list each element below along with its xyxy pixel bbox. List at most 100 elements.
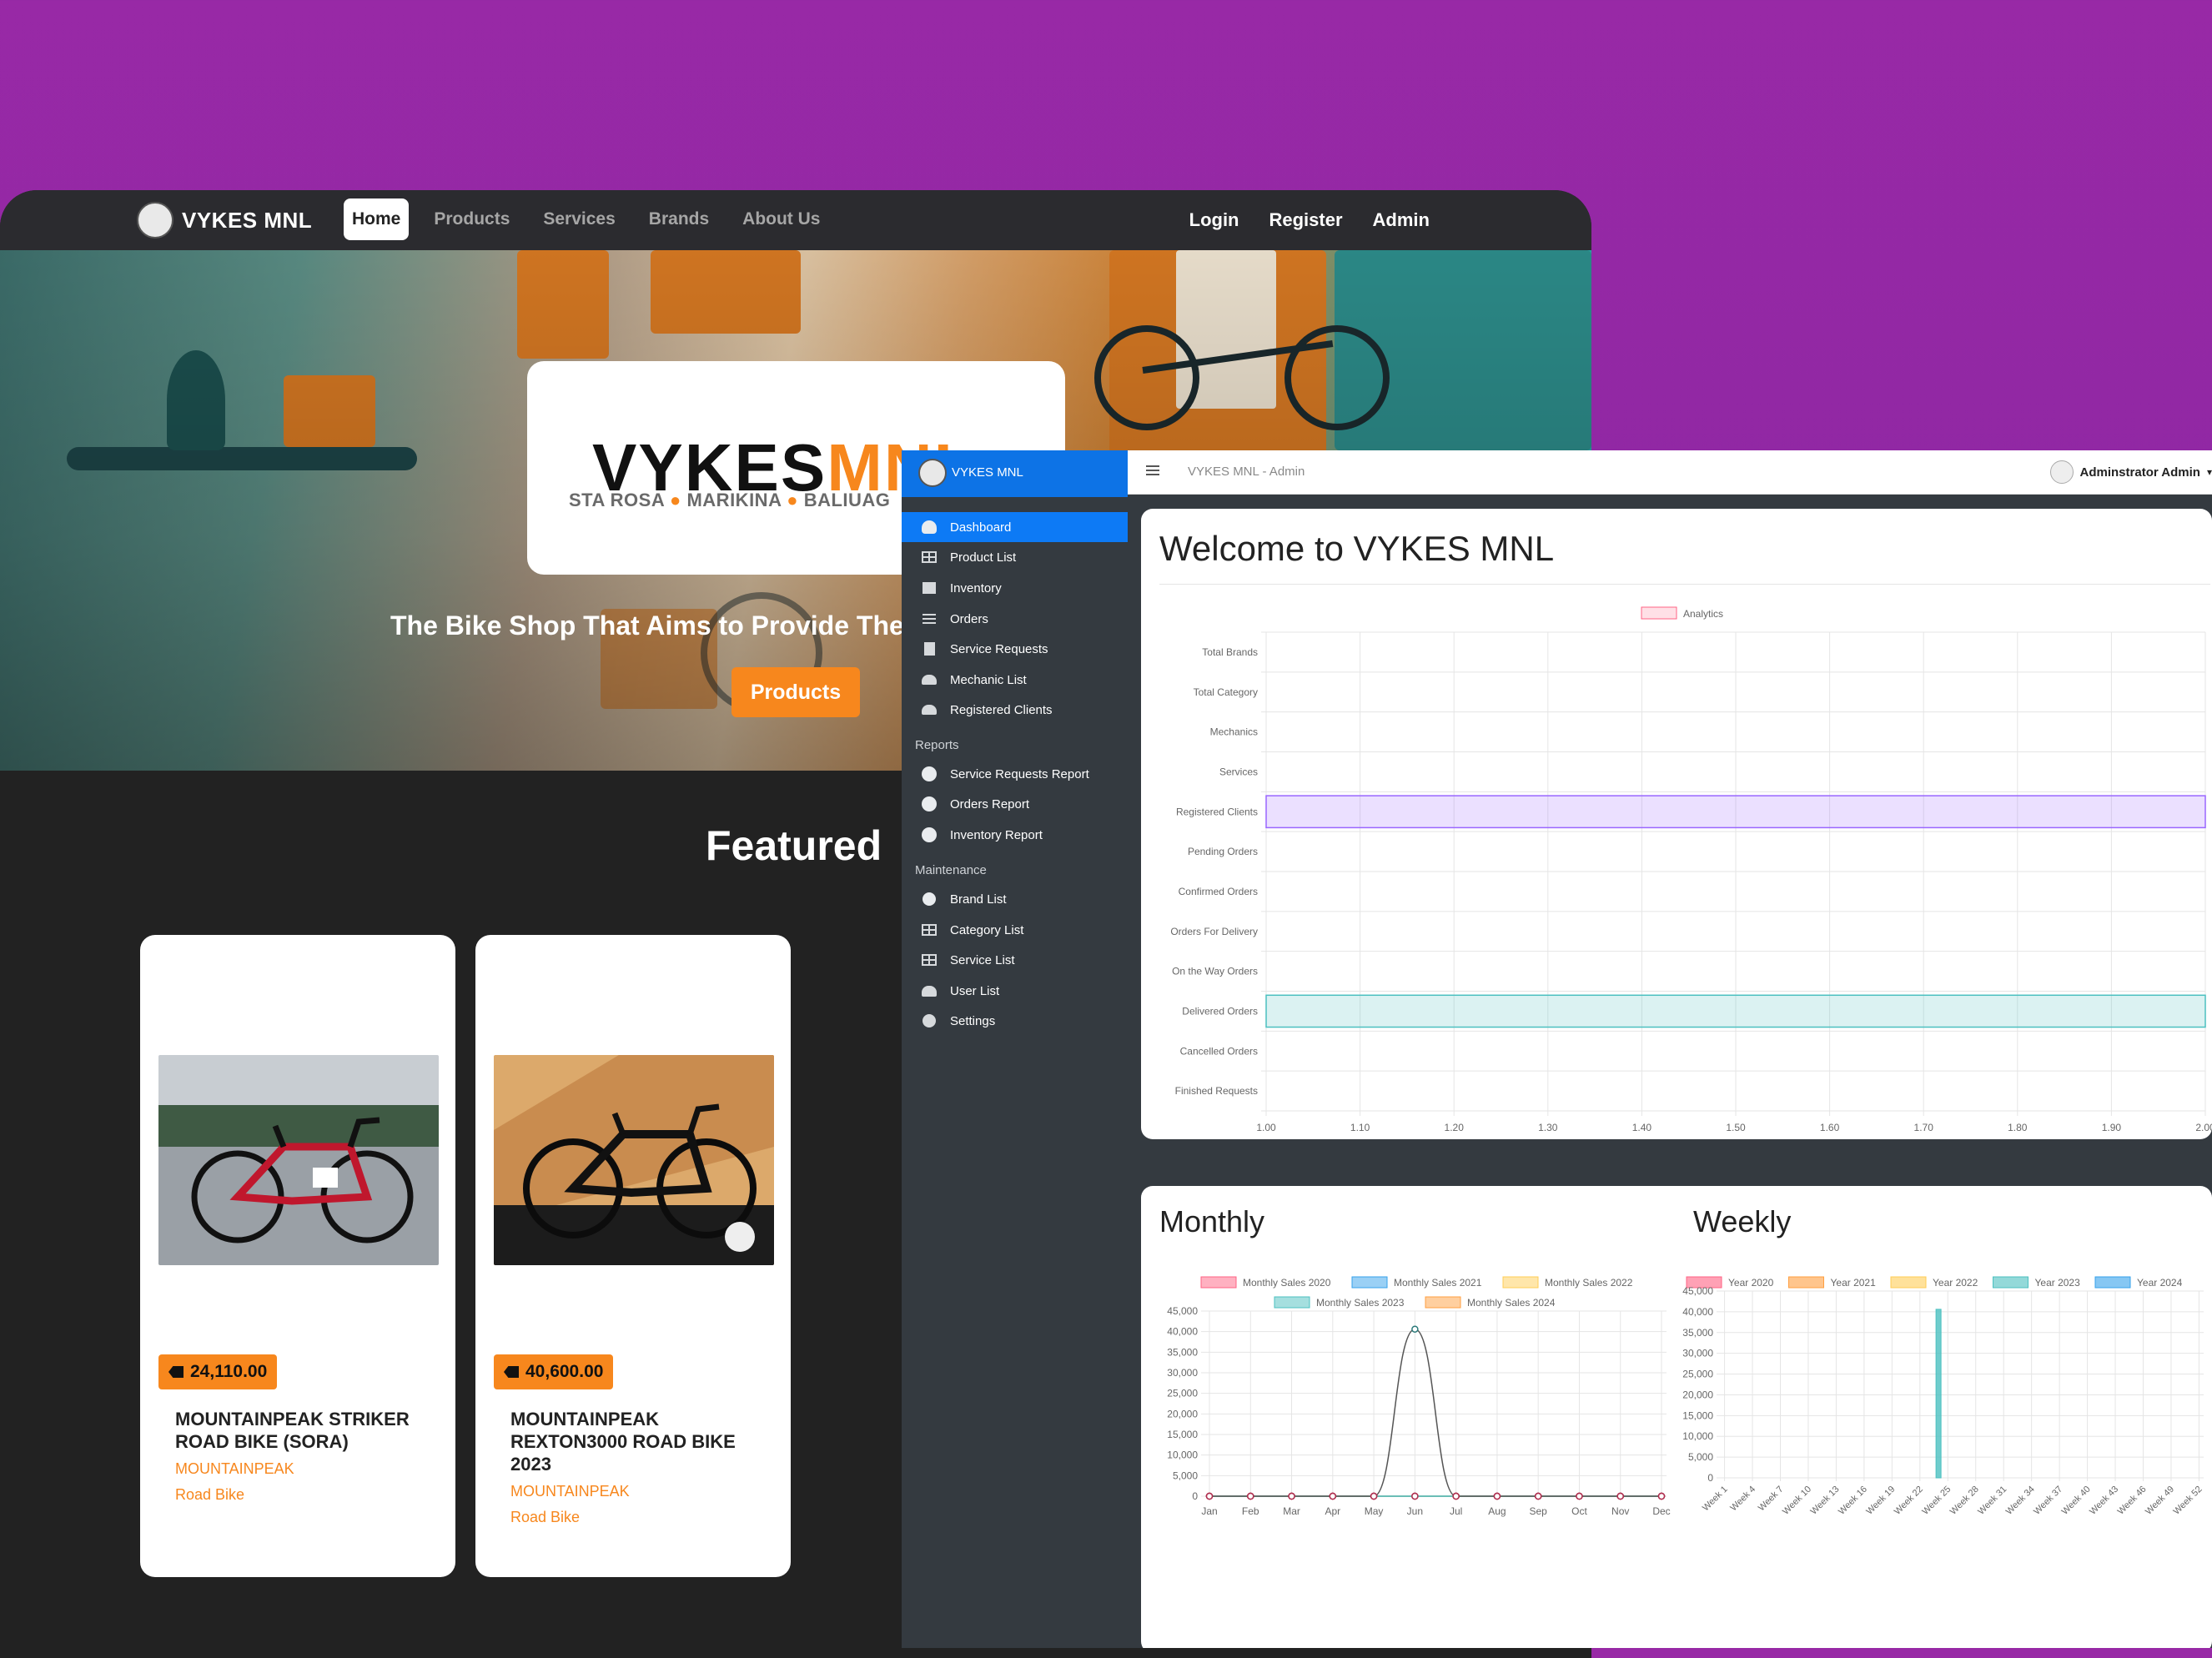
- sidebar-item-label: Service List: [950, 952, 1015, 967]
- sidebar-item-service-requests[interactable]: Service Requests: [902, 634, 1128, 664]
- sidebar-item-settings[interactable]: Settings: [902, 1006, 1128, 1036]
- list-icon: [922, 612, 937, 626]
- x-tick-label: Jun: [1407, 1505, 1423, 1517]
- hamburger-menu-icon[interactable]: [1146, 465, 1159, 475]
- sidebar-item-orders[interactable]: Orders: [902, 604, 1128, 634]
- sidebar-item-product-list[interactable]: Product List: [902, 542, 1128, 572]
- copyright-icon: [922, 892, 937, 906]
- sidebar-item-label: User List: [950, 983, 1000, 998]
- sidebar-item-brand-list[interactable]: Brand List: [902, 884, 1128, 914]
- x-tick-label: Week 22: [1893, 1485, 1925, 1517]
- sidebar-item-inventory[interactable]: Inventory: [902, 573, 1128, 603]
- nav-about-us[interactable]: About Us: [726, 198, 837, 240]
- data-point: [1329, 1492, 1337, 1500]
- y-tick-label: 5,000: [1173, 1470, 1198, 1481]
- y-tick-label: Delivered Orders: [1182, 1005, 1258, 1017]
- y-tick-label: 30,000: [1167, 1367, 1198, 1379]
- x-tick-label: Week 31: [1976, 1485, 2008, 1517]
- sidebar-item-label: Inventory Report: [950, 827, 1043, 842]
- y-tick-label: Confirmed Orders: [1179, 886, 1258, 897]
- product-name[interactable]: MOUNTAINPEAK REXTON3000 ROAD BIKE 2023: [510, 1408, 769, 1475]
- featured-heading: Featured: [706, 822, 882, 869]
- y-tick-label: 0: [1707, 1472, 1713, 1484]
- product-price: 24,110.00: [190, 1362, 268, 1381]
- sidebar-item-service-requests-report[interactable]: Service Requests Report: [902, 759, 1128, 789]
- sidebar-item-user-list[interactable]: User List: [902, 976, 1128, 1006]
- hero-tagline: The Bike Shop That Aims to Provide The: [390, 610, 904, 641]
- legend-swatch: [1890, 1276, 1927, 1289]
- chevron-down-icon: ▾: [2206, 466, 2212, 478]
- y-tick-label: 45,000: [1167, 1305, 1198, 1317]
- product-category: Road Bike: [175, 1486, 245, 1503]
- sidebar-item-mechanic-list[interactable]: Mechanic List: [902, 665, 1128, 695]
- user-menu[interactable]: Adminstrator Admin ▾: [2049, 459, 2212, 485]
- product-name[interactable]: MOUNTAINPEAK STRIKER ROAD BIKE (SORA): [175, 1408, 434, 1453]
- product-card[interactable]: 40,600.00 MOUNTAINPEAK REXTON3000 ROAD B…: [475, 935, 791, 1577]
- x-tick-label: Sep: [1530, 1505, 1548, 1517]
- sidebar-item-orders-report[interactable]: Orders Report: [902, 789, 1128, 819]
- hero-locations: STA ROSA ● MARIKINA ● BALIUAG: [569, 490, 891, 510]
- legend-swatch: [2094, 1276, 2131, 1289]
- data-point: [1247, 1492, 1254, 1500]
- legend-label: Analytics: [1683, 608, 1723, 620]
- sidebar-item-service-list[interactable]: Service List: [902, 945, 1128, 975]
- x-tick-label: Jan: [1201, 1505, 1217, 1517]
- x-tick-label: Week 43: [2088, 1485, 2120, 1517]
- sidebar-item-label: Product List: [950, 550, 1017, 565]
- weekly-bar: [1935, 1309, 1942, 1479]
- data-point: [1576, 1492, 1583, 1500]
- y-tick-label: 10,000: [1682, 1430, 1713, 1442]
- sidebar-item-category-list[interactable]: Category List: [902, 915, 1128, 945]
- admin-sidebar: VYKES MNL Dashboard Product List Invento…: [902, 450, 1128, 1648]
- storefront-auth-links: Login Register Admin: [1174, 198, 1445, 242]
- x-tick-label: Week 19: [1864, 1485, 1897, 1517]
- series-line: [1209, 1328, 1662, 1497]
- product-card[interactable]: 24,110.00 MOUNTAINPEAK STRIKER ROAD BIKE…: [140, 935, 455, 1577]
- sidebar-item-dashboard[interactable]: Dashboard: [902, 512, 1128, 542]
- y-tick-label: 25,000: [1682, 1369, 1713, 1380]
- nav-products[interactable]: Products: [417, 198, 526, 240]
- nav-home[interactable]: Home: [344, 198, 410, 240]
- data-point: [1411, 1492, 1419, 1500]
- data-point: [1616, 1492, 1624, 1500]
- user-name: Adminstrator Admin: [2079, 465, 2200, 480]
- nav-admin[interactable]: Admin: [1358, 198, 1445, 242]
- storefront-brand[interactable]: VYKES MNL: [137, 202, 312, 239]
- legend-swatch: [1351, 1276, 1388, 1289]
- sidebar-item-registered-clients[interactable]: Registered Clients: [902, 695, 1128, 725]
- cogs-icon: [922, 1014, 937, 1027]
- legend-label: Year 2020: [1728, 1277, 1774, 1289]
- location-marikina: MARIKINA: [686, 490, 782, 510]
- x-tick-label: 1.40: [1632, 1122, 1652, 1133]
- sidebar-item-label: Brand List: [950, 892, 1007, 907]
- nav-register[interactable]: Register: [1254, 198, 1358, 242]
- nav-login[interactable]: Login: [1174, 198, 1254, 242]
- product-image: [158, 1055, 439, 1265]
- admin-sidebar-brand[interactable]: VYKES MNL: [902, 450, 1128, 497]
- nav-brands[interactable]: Brands: [632, 198, 726, 240]
- y-tick-label: Total Category: [1194, 686, 1258, 698]
- sidebar-item-inventory-report[interactable]: Inventory Report: [902, 820, 1128, 850]
- file-icon: [922, 642, 937, 656]
- data-point: [1288, 1492, 1295, 1500]
- nav-services[interactable]: Services: [526, 198, 631, 240]
- legend-label: Monthly Sales 2022: [1545, 1277, 1633, 1289]
- admin-topbar: VYKES MNL - Admin Adminstrator Admin ▾: [1128, 450, 2212, 495]
- y-tick-label: Orders For Delivery: [1170, 926, 1258, 937]
- y-tick-label: Finished Requests: [1175, 1085, 1258, 1097]
- sidebar-item-label: Registered Clients: [950, 702, 1053, 717]
- dashboard-icon: [922, 520, 937, 534]
- sidebar-item-label: Category List: [950, 922, 1024, 937]
- y-tick-label: 10,000: [1167, 1449, 1198, 1461]
- y-tick-label: 40,000: [1682, 1306, 1713, 1318]
- analytics-bar: [1265, 994, 2206, 1028]
- x-tick-label: Week 13: [1808, 1485, 1841, 1517]
- admin-brand-name: VYKES MNL: [952, 465, 1023, 480]
- y-tick-label: 45,000: [1682, 1285, 1713, 1297]
- analytics-chart: Analytics 1.00 1.10 1.20 1.30 1.40 1.50 1.60 1.7…: [1170, 606, 2212, 1133]
- x-tick-label: Week 52: [2171, 1485, 2204, 1517]
- legend-swatch: [1641, 606, 1677, 620]
- hero-products-button[interactable]: Products: [731, 667, 860, 717]
- analytics-card: Welcome to VYKES MNL Analytics 1.00 1.10 1.…: [1141, 509, 2212, 1139]
- storefront-nav-links: Home Products Services Brands About Us: [344, 198, 837, 240]
